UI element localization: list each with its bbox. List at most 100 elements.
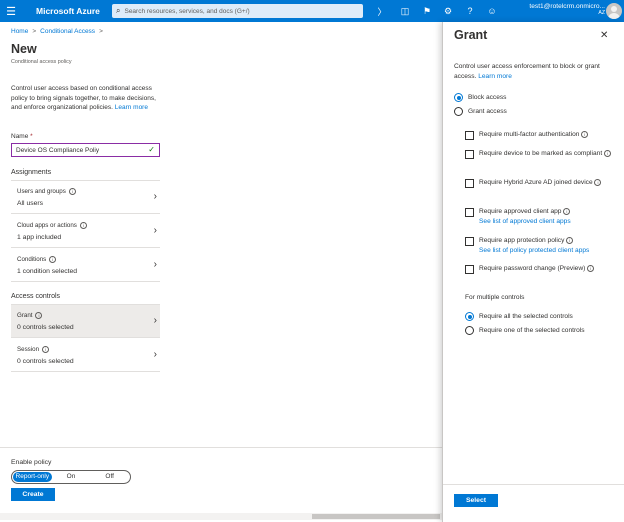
account-menu[interactable]: test1@rotelcrm.onmicro... AZ: [513, 3, 605, 16]
new-policy-blade: Home > Conditional Access > New Conditio…: [0, 22, 442, 522]
row-title: Session i: [17, 346, 50, 353]
info-icon[interactable]: i: [581, 131, 589, 139]
require-compliant-device[interactable]: Require device to be marked as compliant…: [465, 149, 615, 159]
learn-more-link[interactable]: Learn more: [115, 104, 148, 111]
assignment-cloud-apps[interactable]: Cloud apps or actions i 1 app included ›: [11, 215, 160, 248]
chevron-right-icon: ›: [153, 315, 157, 326]
info-icon[interactable]: i: [35, 312, 43, 319]
search-icon: ⌕: [116, 6, 121, 15]
requirement-text: Require device to be marked as compliant…: [479, 149, 615, 159]
row-title: Cloud apps or actions i: [17, 222, 87, 229]
settings-icon[interactable]: ⚙: [441, 4, 455, 18]
checkmark-icon: ✓: [148, 145, 155, 154]
access-control-grant[interactable]: Grant i 0 controls selected ›: [11, 305, 160, 338]
account-email: test1@rotelcrm.onmicro...: [529, 3, 605, 10]
intro-text: Control user access based on conditional…: [11, 84, 161, 113]
toggle-off[interactable]: Off: [90, 472, 129, 482]
require-app-protection-policy[interactable]: Require app protection policy i See list…: [465, 236, 615, 255]
checkbox[interactable]: [465, 130, 474, 140]
row-title-text: Conditions: [17, 256, 47, 263]
row-title-text: Session: [17, 346, 40, 353]
close-icon[interactable]: ✕: [600, 30, 608, 41]
row-value: All users: [17, 200, 44, 207]
global-search-box[interactable]: ⌕ Search resources, services, and docs (…: [112, 4, 363, 18]
requirement-label: Require app protection policy: [479, 237, 565, 244]
require-approved-client-app[interactable]: Require approved client app i See list o…: [465, 207, 615, 226]
enable-policy-toggle[interactable]: Report-only On Off: [11, 470, 131, 484]
breadcrumb-home[interactable]: Home: [11, 28, 28, 35]
row-value: 1 condition selected: [17, 268, 78, 275]
info-icon[interactable]: i: [587, 265, 595, 273]
chevron-right-icon: ›: [153, 225, 157, 236]
toggle-on[interactable]: On: [52, 472, 91, 482]
checkbox[interactable]: [465, 264, 474, 274]
scrollbar-thumb[interactable]: [312, 514, 440, 519]
page-title: New: [11, 42, 37, 56]
requirement-text: Require multi-factor authentication i: [479, 130, 615, 140]
requirement-label: Require approved client app: [479, 208, 562, 215]
requirement-text: Require app protection policy i See list…: [479, 236, 615, 255]
row-title-text: Users and groups: [17, 188, 66, 195]
policy-name-value: Device OS Compliance Poliy: [16, 146, 100, 154]
menu-icon[interactable]: ☰: [0, 0, 22, 22]
radio-button[interactable]: [465, 312, 474, 321]
breadcrumb-conditional-access[interactable]: Conditional Access: [40, 28, 95, 35]
info-icon[interactable]: i: [79, 222, 87, 229]
require-one-option[interactable]: Require one of the selected controls: [465, 326, 585, 335]
cloud-shell-icon[interactable]: 〉: [375, 4, 389, 18]
brand-title[interactable]: Microsoft Azure: [36, 6, 112, 16]
breadcrumb-separator: >: [99, 28, 103, 35]
row-value: 1 app included: [17, 234, 62, 241]
chevron-right-icon: ›: [153, 191, 157, 202]
grant-intro: Control user access enforcement to block…: [454, 62, 614, 82]
info-icon[interactable]: i: [604, 150, 611, 158]
requirement-label: Require device to be marked as compliant: [479, 150, 603, 157]
grant-access-option[interactable]: Grant access: [454, 107, 507, 116]
require-all-option[interactable]: Require all the selected controls: [465, 312, 573, 321]
radio-button[interactable]: [454, 93, 463, 102]
block-access-label: Block access: [468, 94, 507, 101]
multiple-controls-label: For multiple controls: [465, 294, 525, 301]
footer-divider: [443, 484, 624, 485]
require-mfa[interactable]: Require multi-factor authentication i: [465, 130, 615, 140]
assignment-users-and-groups[interactable]: Users and groups i All users ›: [11, 181, 160, 214]
checkbox[interactable]: [465, 207, 474, 217]
assignment-conditions[interactable]: Conditions i 1 condition selected ›: [11, 249, 160, 282]
info-icon[interactable]: i: [566, 237, 574, 245]
checkbox[interactable]: [465, 236, 474, 246]
info-icon[interactable]: i: [68, 188, 76, 195]
avatar[interactable]: [606, 3, 622, 19]
info-icon[interactable]: i: [594, 179, 602, 187]
learn-more-link[interactable]: Learn more: [478, 73, 512, 80]
top-bar: ☰ Microsoft Azure ⌕ Search resources, se…: [0, 0, 624, 22]
search-placeholder: Search resources, services, and docs (G+…: [124, 7, 250, 15]
requirement-text: Require password change (Preview) i: [479, 264, 615, 274]
breadcrumb: Home > Conditional Access >: [11, 28, 103, 35]
block-access-option[interactable]: Block access: [454, 93, 506, 102]
notifications-icon[interactable]: ⚑: [420, 4, 434, 18]
info-icon[interactable]: i: [42, 346, 50, 353]
info-icon[interactable]: i: [49, 256, 57, 263]
require-hybrid-azure-ad-joined[interactable]: Require Hybrid Azure AD joined device i: [465, 178, 615, 188]
checkbox[interactable]: [465, 178, 474, 188]
feedback-icon[interactable]: ☺: [485, 4, 499, 18]
required-asterisk: *: [30, 133, 33, 140]
policy-protected-apps-link[interactable]: See list of policy protected client apps: [479, 247, 589, 254]
info-icon[interactable]: i: [563, 208, 571, 216]
checkbox[interactable]: [465, 149, 474, 159]
policy-name-input[interactable]: Device OS Compliance Poliy ✓: [11, 143, 160, 157]
toggle-report-only[interactable]: Report-only: [13, 472, 52, 482]
help-icon[interactable]: ?: [463, 4, 477, 18]
horizontal-scrollbar[interactable]: [0, 513, 442, 520]
grant-panel: Grant ✕ Control user access enforcement …: [442, 22, 624, 522]
grant-access-label: Grant access: [468, 108, 507, 115]
require-password-change[interactable]: Require password change (Preview) i: [465, 264, 615, 274]
require-all-label: Require all the selected controls: [479, 313, 573, 320]
approved-client-apps-link[interactable]: See list of approved client apps: [479, 218, 571, 225]
directory-filter-icon[interactable]: ◫: [398, 4, 412, 18]
radio-button[interactable]: [465, 326, 474, 335]
access-control-session[interactable]: Session i 0 controls selected ›: [11, 339, 160, 372]
radio-button[interactable]: [454, 107, 463, 116]
select-button[interactable]: Select: [454, 494, 498, 507]
create-button[interactable]: Create: [11, 488, 55, 501]
